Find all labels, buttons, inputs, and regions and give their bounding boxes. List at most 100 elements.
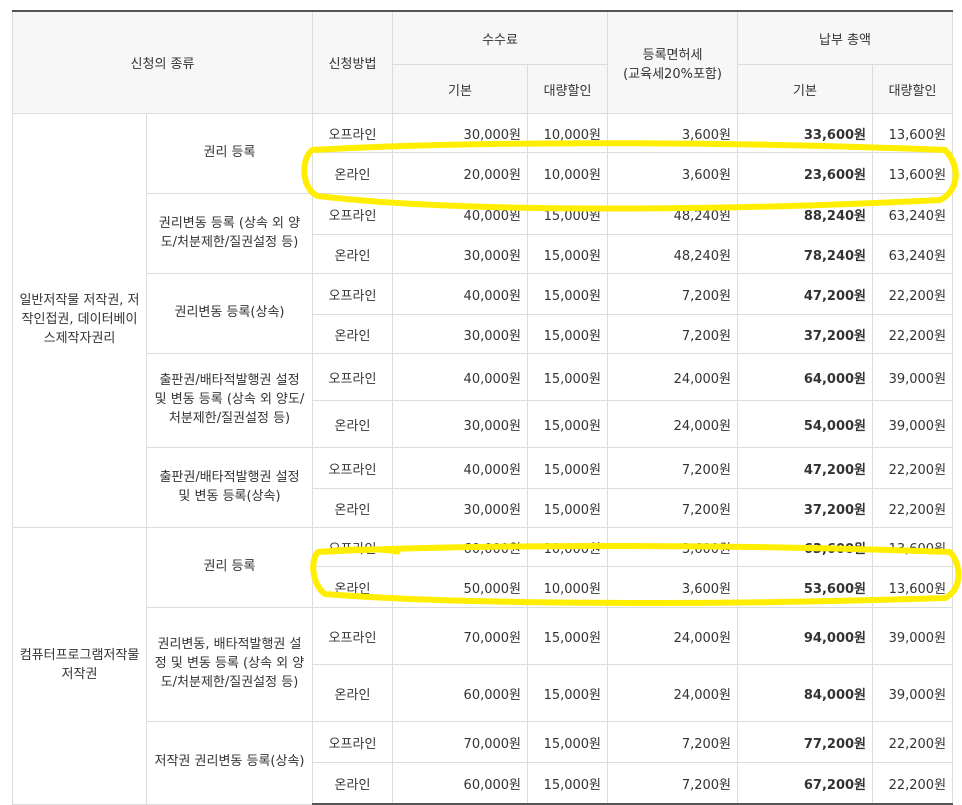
bulk-cell: 15,000원: [526, 721, 609, 763]
header-tax: 등록면허세 (교육세20%포함): [607, 10, 739, 114]
bulk-cell: 15,000원: [526, 314, 609, 354]
header-total-bulk: 대량할인: [872, 64, 954, 114]
fee-cell: 70,000원: [392, 721, 528, 763]
total-cell: 84,000원: [737, 664, 874, 722]
bulk-cell: 15,000원: [526, 353, 609, 401]
tax-cell: 3,600원: [607, 152, 739, 194]
total-bulk-cell: 13,600원: [872, 113, 954, 153]
header-total-basic: 기본: [737, 64, 874, 114]
bulk-cell: 15,000원: [526, 447, 609, 489]
method-cell: 온라인: [312, 400, 393, 448]
fee-cell: 40,000원: [392, 273, 528, 315]
header-total: 납부 총액: [737, 10, 954, 65]
method-cell: 오프라인: [312, 353, 393, 401]
fee-cell: 20,000원: [392, 152, 528, 194]
bulk-cell: 15,000원: [526, 273, 609, 315]
tax-cell: 24,000원: [607, 664, 739, 722]
total-cell: 47,200원: [737, 447, 874, 489]
type-label: 권리변동 등록(상속): [146, 273, 313, 354]
total-cell: 63,600원: [737, 527, 874, 567]
header-row-1: 신청의 종류 신청방법 수수료 등록면허세 (교육세20%포함) 납부 총액: [12, 10, 954, 114]
total-cell: 37,200원: [737, 314, 874, 354]
method-cell: 온라인: [312, 566, 393, 608]
total-bulk-cell: 63,240원: [872, 234, 954, 274]
fee-cell: 40,000원: [392, 353, 528, 401]
fee-cell: 50,000원: [392, 566, 528, 608]
method-cell: 온라인: [312, 664, 393, 722]
tax-cell: 3,600원: [607, 113, 739, 153]
table-row: 저작권 권리변동 등록(상속) 오프라인 70,000원 15,000원 7,2…: [13, 721, 954, 805]
type-label: 출판권/배타적발행권 설정 및 변동 등록 (상속 외 양도/처분제한/질권설정…: [146, 353, 313, 448]
tax-cell: 7,200원: [607, 762, 739, 805]
method-cell: 오프라인: [312, 607, 393, 665]
header-type: 신청의 종류: [12, 10, 313, 114]
tax-cell: 7,200원: [607, 488, 739, 528]
header-method: 신청방법: [312, 10, 393, 114]
table-row: 권리변동, 배타적발행권 설정 및 변동 등록 (상속 외 양도/처분제한/질권…: [13, 607, 954, 722]
tax-cell: 3,600원: [607, 566, 739, 608]
total-bulk-cell: 22,200원: [872, 273, 954, 315]
tax-cell: 48,240원: [607, 234, 739, 274]
fee-cell: 70,000원: [392, 607, 528, 665]
bulk-cell: 10,000원: [526, 527, 609, 567]
method-cell: 오프라인: [312, 113, 393, 153]
type-label: 권리변동, 배타적발행권 설정 및 변동 등록 (상속 외 양도/처분제한/질권…: [146, 607, 313, 722]
bulk-cell: 15,000원: [526, 400, 609, 448]
total-bulk-cell: 22,200원: [872, 721, 954, 763]
header-tax-line1: 등록면허세: [642, 47, 703, 63]
tax-cell: 24,000원: [607, 400, 739, 448]
tax-cell: 48,240원: [607, 193, 739, 235]
total-bulk-cell: 39,000원: [872, 664, 954, 722]
total-bulk-cell: 39,000원: [872, 607, 954, 665]
tax-cell: 7,200원: [607, 721, 739, 763]
fee-cell: 30,000원: [392, 488, 528, 528]
total-bulk-cell: 22,200원: [872, 447, 954, 489]
total-bulk-cell: 13,600원: [872, 527, 954, 567]
total-cell: 23,600원: [737, 152, 874, 194]
fee-cell: 30,000원: [392, 314, 528, 354]
total-cell: 88,240원: [737, 193, 874, 235]
method-cell: 오프라인: [312, 721, 393, 763]
type-label: 저작권 권리변동 등록(상속): [146, 721, 313, 805]
fee-cell: 30,000원: [392, 234, 528, 274]
method-cell: 온라인: [312, 488, 393, 528]
bulk-cell: 10,000원: [526, 152, 609, 194]
total-bulk-cell: 39,000원: [872, 353, 954, 401]
header-tax-line2: (교육세20%포함): [623, 66, 722, 82]
method-cell: 오프라인: [312, 527, 393, 567]
total-cell: 78,240원: [737, 234, 874, 274]
total-cell: 67,200원: [737, 762, 874, 805]
method-cell: 온라인: [312, 314, 393, 354]
total-cell: 37,200원: [737, 488, 874, 528]
fee-cell: 30,000원: [392, 400, 528, 448]
total-cell: 64,000원: [737, 353, 874, 401]
total-cell: 94,000원: [737, 607, 874, 665]
bulk-cell: 15,000원: [526, 762, 609, 805]
bulk-cell: 15,000원: [526, 488, 609, 528]
bulk-cell: 15,000원: [526, 234, 609, 274]
group-name: 컴퓨터프로그램저작물 저작권: [12, 527, 147, 805]
total-bulk-cell: 13,600원: [872, 566, 954, 608]
total-cell: 54,000원: [737, 400, 874, 448]
method-cell: 오프라인: [312, 193, 393, 235]
bulk-cell: 10,000원: [526, 566, 609, 608]
method-cell: 오프라인: [312, 447, 393, 489]
bulk-cell: 15,000원: [526, 664, 609, 722]
bulk-cell: 15,000원: [526, 193, 609, 235]
total-bulk-cell: 22,200원: [872, 488, 954, 528]
tax-cell: 24,000원: [607, 607, 739, 665]
tax-cell: 3,600원: [607, 527, 739, 567]
total-bulk-cell: 39,000원: [872, 400, 954, 448]
bulk-cell: 10,000원: [526, 113, 609, 153]
total-cell: 53,600원: [737, 566, 874, 608]
method-cell: 온라인: [312, 762, 393, 805]
tax-cell: 7,200원: [607, 273, 739, 315]
fee-table: 신청의 종류 신청방법 수수료 등록면허세 (교육세20%포함) 납부 총액 기…: [12, 10, 954, 805]
method-cell: 온라인: [312, 234, 393, 274]
fee-cell: 60,000원: [392, 762, 528, 805]
fee-cell: 40,000원: [392, 193, 528, 235]
fee-cell: 60,000원: [392, 664, 528, 722]
bulk-cell: 15,000원: [526, 607, 609, 665]
total-cell: 47,200원: [737, 273, 874, 315]
total-bulk-cell: 22,200원: [872, 314, 954, 354]
